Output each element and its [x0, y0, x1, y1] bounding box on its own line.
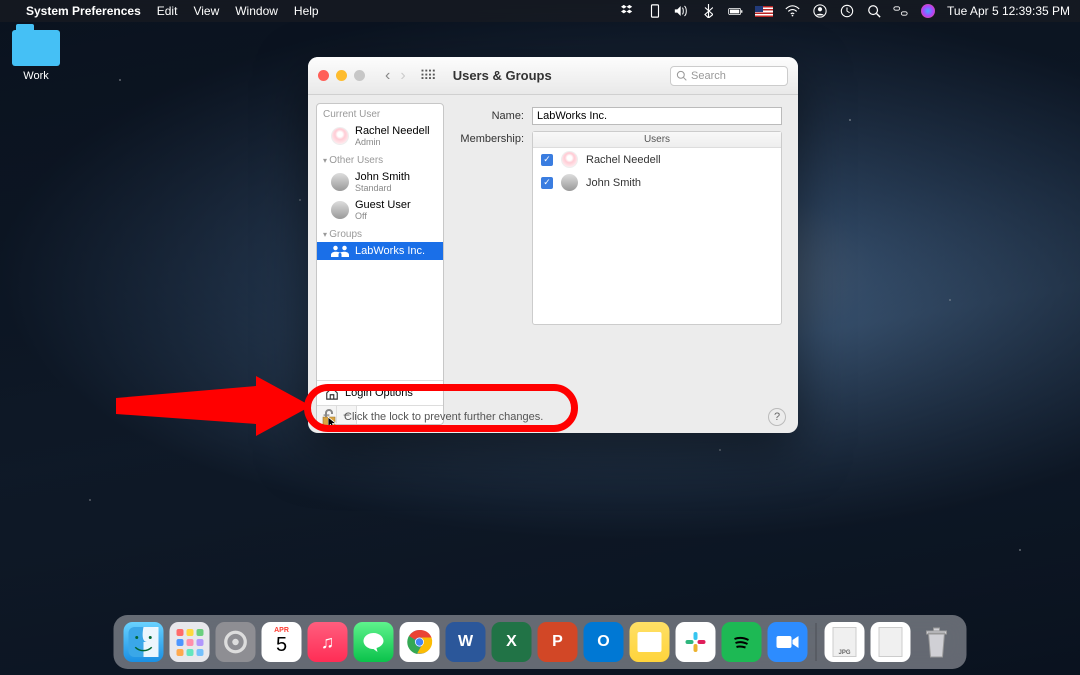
calendar-month: APR — [274, 627, 289, 634]
group-name: LabWorks Inc. — [355, 245, 425, 257]
search-placeholder: Search — [691, 70, 726, 82]
groups-header[interactable]: Groups — [317, 224, 443, 242]
help-button[interactable]: ? — [768, 408, 786, 426]
lock-text: Click the lock to prevent further change… — [344, 411, 543, 423]
avatar-icon — [331, 127, 349, 145]
user-name: Guest User — [355, 199, 411, 211]
wifi-icon[interactable] — [785, 4, 800, 19]
dock-trash[interactable] — [917, 622, 957, 662]
dock-word[interactable]: W — [446, 622, 486, 662]
lock-bar: Click the lock to prevent further change… — [320, 407, 786, 427]
name-label: Name: — [454, 110, 524, 122]
user-role: Admin — [355, 137, 430, 147]
user-switch-icon[interactable] — [812, 4, 827, 19]
titlebar[interactable]: ‹ › ⠿⠿ Users & Groups Search — [308, 57, 798, 95]
dock-spotify[interactable] — [722, 622, 762, 662]
dock-file-doc[interactable] — [871, 622, 911, 662]
forward-button: › — [400, 67, 405, 85]
lock-open-icon[interactable] — [320, 407, 336, 427]
control-center-icon[interactable] — [893, 4, 908, 19]
dock-notes[interactable] — [630, 622, 670, 662]
dock-powerpoint[interactable]: P — [538, 622, 578, 662]
dock-file-jpg[interactable]: JPG — [825, 622, 865, 662]
bluetooth-icon[interactable] — [701, 4, 716, 19]
folder-label: Work — [12, 70, 60, 82]
dock-excel[interactable]: X — [492, 622, 532, 662]
member-name: John Smith — [586, 177, 641, 189]
dock-finder[interactable] — [124, 622, 164, 662]
home-icon — [325, 386, 339, 400]
folder-icon — [12, 30, 60, 66]
phone-sync-icon[interactable] — [647, 4, 662, 19]
volume-icon[interactable] — [674, 4, 689, 19]
cursor-icon — [328, 417, 338, 429]
minimize-button[interactable] — [336, 70, 347, 81]
menu-help[interactable]: Help — [294, 4, 319, 18]
avatar-icon — [561, 151, 578, 168]
membership-label: Membership: — [454, 133, 524, 145]
user-role: Standard — [355, 183, 410, 193]
search-input[interactable]: Search — [670, 66, 788, 86]
checkbox-checked-icon[interactable]: ✓ — [541, 177, 553, 189]
dropbox-icon[interactable] — [620, 4, 635, 19]
membership-column-header: Users — [533, 132, 781, 148]
zoom-button[interactable] — [354, 70, 365, 81]
member-row-john[interactable]: ✓ John Smith — [533, 171, 781, 194]
sidebar-current-user[interactable]: Rachel NeedellAdmin — [317, 122, 443, 150]
checkbox-checked-icon[interactable]: ✓ — [541, 154, 553, 166]
member-name: Rachel Needell — [586, 154, 661, 166]
dock-slack[interactable] — [676, 622, 716, 662]
app-menu[interactable]: System Preferences — [26, 4, 141, 18]
menubar: System Preferences Edit View Window Help… — [0, 0, 1080, 22]
time-machine-icon[interactable] — [839, 4, 854, 19]
menu-view[interactable]: View — [193, 4, 219, 18]
menu-window[interactable]: Window — [235, 4, 278, 18]
menu-edit[interactable]: Edit — [157, 4, 178, 18]
member-row-rachel[interactable]: ✓ Rachel Needell — [533, 148, 781, 171]
dock-chrome[interactable] — [400, 622, 440, 662]
siri-icon[interactable] — [920, 4, 935, 19]
user-name: John Smith — [355, 171, 410, 183]
dock-zoom[interactable] — [768, 622, 808, 662]
group-name-input[interactable] — [532, 107, 782, 125]
group-detail-pane: Name: Membership: Users ✓ Rachel Needell… — [444, 95, 798, 433]
sidebar-user-john[interactable]: John SmithStandard — [317, 168, 443, 196]
dock-settings[interactable] — [216, 622, 256, 662]
dock-outlook[interactable]: O — [584, 622, 624, 662]
window-title: Users & Groups — [453, 68, 552, 83]
show-all-icon[interactable]: ⠿⠿ — [420, 68, 435, 84]
users-sidebar: Current User Rachel NeedellAdmin Other U… — [316, 103, 444, 425]
user-role: Off — [355, 211, 411, 221]
flag-us-icon[interactable] — [755, 6, 773, 17]
dock-messages[interactable] — [354, 622, 394, 662]
user-name: Rachel Needell — [355, 125, 430, 137]
login-options[interactable]: Login Options — [317, 380, 443, 405]
group-icon — [331, 245, 349, 257]
close-button[interactable] — [318, 70, 329, 81]
menubar-datetime[interactable]: Tue Apr 5 12:39:35 PM — [947, 4, 1070, 18]
other-users-header[interactable]: Other Users — [317, 150, 443, 168]
search-icon — [676, 70, 687, 81]
dock-separator — [816, 623, 817, 661]
dock-music[interactable]: ♫ — [308, 622, 348, 662]
avatar-icon — [331, 201, 349, 219]
avatar-icon — [331, 173, 349, 191]
battery-icon[interactable] — [728, 4, 743, 19]
dock-calendar[interactable]: APR5 — [262, 622, 302, 662]
calendar-day: 5 — [276, 634, 287, 657]
current-user-header: Current User — [317, 104, 443, 122]
back-button[interactable]: ‹ — [385, 67, 390, 85]
sidebar-user-guest[interactable]: Guest UserOff — [317, 196, 443, 224]
avatar-icon — [561, 174, 578, 191]
login-options-label: Login Options — [345, 387, 413, 399]
users-groups-window: ‹ › ⠿⠿ Users & Groups Search Current Use… — [308, 57, 798, 433]
traffic-lights — [318, 70, 365, 81]
dock: APR5 ♫ W X P O JPG — [114, 615, 967, 669]
desktop-folder-work[interactable]: Work — [12, 30, 60, 82]
dock-launchpad[interactable] — [170, 622, 210, 662]
spotlight-icon[interactable] — [866, 4, 881, 19]
membership-table: Users ✓ Rachel Needell ✓ John Smith — [532, 131, 782, 325]
sidebar-group-labworks[interactable]: LabWorks Inc. — [317, 242, 443, 260]
